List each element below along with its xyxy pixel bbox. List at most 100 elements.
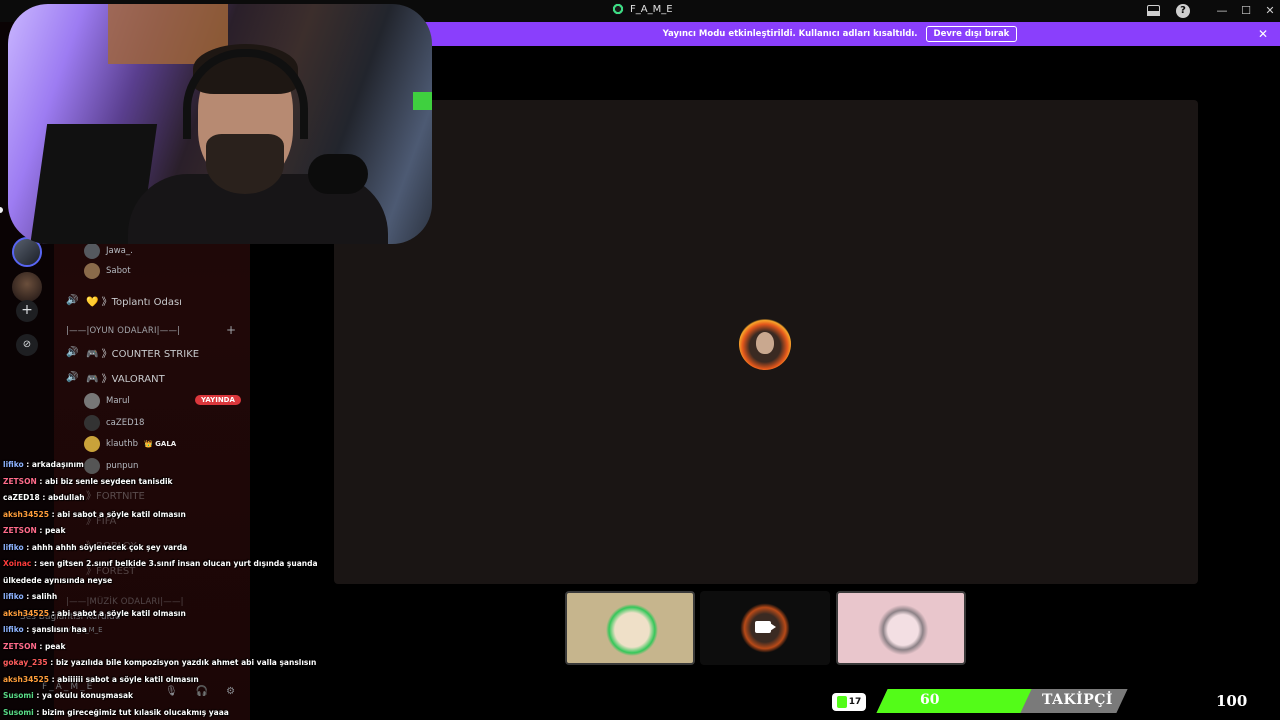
camera-icon	[755, 621, 776, 633]
chat-username[interactable]: aksh34525	[3, 609, 49, 618]
chat-username[interactable]: ZETSON	[3, 477, 37, 486]
voice-channel-meeting[interactable]: 🔊 💛 》Toplantı Odası	[66, 293, 182, 308]
chat-message: ZETSON : peak	[3, 526, 65, 535]
chat-username[interactable]: ZETSON	[3, 526, 37, 535]
chat-message: Susomi : ya okulu konuşmasak	[3, 691, 133, 700]
add-server-icon[interactable]: +	[16, 300, 38, 322]
chat-username[interactable]: Susomi	[3, 708, 34, 717]
chat-message: Xoinac : sen gitsen 2.sınıf belkide 3.sı…	[3, 559, 318, 568]
chat-username[interactable]: caZED18	[3, 493, 40, 502]
voice-channel-valorant[interactable]: 🔊 🎮 》VALORANT	[66, 370, 165, 385]
voice-stage	[334, 100, 1198, 584]
chat-text: : salihh	[23, 592, 58, 601]
chat-message: ZETSON : abi biz senle seydeen tanisdik	[3, 477, 173, 486]
inbox-icon[interactable]	[1146, 3, 1162, 19]
streamer-mode-notice: Yayıncı Modu etkinleştirildi. Kullanıcı …	[400, 22, 1280, 46]
chat-username[interactable]: ZETSON	[3, 642, 37, 651]
chat-text: : bizim gireceğimiz tut kılasik olucakmı…	[33, 707, 229, 717]
category-music-rooms[interactable]: |——|MÜZİK ODALARI|——|	[66, 597, 184, 607]
chat-message: aksh34525 : abi sabot a söyle katil olma…	[3, 510, 186, 519]
maximize-button[interactable]: ☐	[1238, 3, 1254, 19]
user-panel-controls: 🎙 🎧 ⚙	[165, 686, 235, 697]
chat-message: caZED18 : abdullah	[3, 493, 85, 502]
chat-message: aksh34525 : abi sabot a söyle katil olma…	[3, 609, 186, 618]
participant-tile[interactable]	[700, 591, 830, 665]
voice-user[interactable]: caZED18	[84, 415, 144, 431]
badge-count: 17	[848, 697, 862, 707]
chat-text: : ahhh ahhh söylenecek çok şey varda	[23, 542, 188, 552]
kick-logo-icon	[836, 696, 847, 708]
chat-username[interactable]: Xoinac	[3, 559, 31, 568]
chat-username[interactable]: gokay_235	[3, 658, 48, 667]
voice-user[interactable]: Jawa_.	[84, 243, 133, 259]
chat-message: lifiko : ahhh ahhh söylenecek çok şey va…	[3, 543, 187, 552]
server-icon[interactable]	[12, 272, 42, 302]
chat-username[interactable]: lifiko	[3, 543, 24, 552]
avatar	[876, 603, 930, 657]
avatar	[84, 393, 100, 409]
window-title: F_A_M_E	[612, 3, 673, 15]
close-notice-icon[interactable]: ✕	[1258, 27, 1268, 41]
chat-text: : peak	[36, 526, 66, 535]
speaker-icon: 🔊	[66, 347, 79, 358]
voice-user[interactable]: klauthb 👑 GALA	[84, 436, 176, 452]
chat-text: : abi sabot a söyle katil olmasın	[48, 509, 186, 519]
chat-text: : şanslısın haa	[23, 625, 87, 634]
close-window-button[interactable]: ✕	[1262, 3, 1278, 19]
speaker-avatar[interactable]	[739, 318, 791, 370]
minimize-button[interactable]: —	[1214, 3, 1230, 19]
participant-tile[interactable]	[565, 591, 695, 665]
follower-current: 60	[920, 692, 940, 708]
speaker-icon: 🔊	[66, 295, 79, 306]
avatar	[84, 436, 100, 452]
voice-user[interactable]: Marul	[84, 393, 130, 409]
follower-label: TAKİPÇİ	[1042, 692, 1113, 708]
explore-servers-icon[interactable]: ⊘	[16, 334, 38, 356]
avatar	[84, 243, 100, 259]
chat-username[interactable]: lifiko	[3, 625, 24, 634]
avatar	[84, 263, 100, 279]
participant-tile[interactable]	[836, 591, 966, 665]
microphone-icon[interactable]: 🎙	[165, 686, 178, 697]
chat-username[interactable]: aksh34525	[3, 510, 49, 519]
chat-text: : peak	[36, 641, 66, 651]
window-title-text: F_A_M_E	[630, 3, 673, 15]
chat-message: ülkedede aynısında neyse	[3, 576, 112, 585]
platform-badge: 17	[832, 693, 866, 711]
avatar	[605, 603, 659, 657]
chat-username[interactable]: lifiko	[3, 460, 24, 469]
voice-user[interactable]: Sabot	[84, 263, 131, 279]
live-badge: YAYINDA	[195, 395, 241, 405]
headphones-icon[interactable]: 🎧	[196, 686, 208, 697]
guild-tag: 👑 GALA	[144, 440, 177, 448]
chat-username[interactable]: lifiko	[3, 592, 24, 601]
chat-message: Susomi : bizim gireceğimiz tut kılasik o…	[3, 708, 229, 717]
add-channel-icon[interactable]: +	[226, 323, 236, 337]
webcam-overlay	[8, 4, 432, 244]
chat-text: : abdullah	[39, 493, 85, 502]
notice-text: Yayıncı Modu etkinleştirildi. Kullanıcı …	[662, 29, 918, 39]
voice-user[interactable]: punpun	[84, 458, 138, 474]
disable-streamer-mode-button[interactable]: Devre dışı bırak	[925, 26, 1018, 42]
chat-text: ülkedede aynısında neyse	[3, 575, 113, 585]
chat-message: lifiko : salihh	[3, 592, 57, 601]
chat-text: : biz yazılıda bile kompozisyon yazdık a…	[47, 658, 317, 667]
chat-text: : arkadaşınım	[23, 460, 84, 469]
chat-text: : abi biz senle seydeen tanisdik	[36, 476, 173, 486]
settings-gear-icon[interactable]: ⚙	[226, 686, 235, 697]
chat-username[interactable]: Susomi	[3, 691, 34, 700]
follower-target: 100	[1216, 692, 1248, 710]
chat-message: ZETSON : peak	[3, 642, 65, 651]
follower-goal-fill	[876, 689, 1032, 713]
chat-text: : ya okulu konuşmasak	[33, 691, 134, 700]
chat-username[interactable]: aksh34525	[3, 675, 49, 684]
voice-channel-counter-strike[interactable]: 🔊 🎮 》COUNTER STRIKE	[66, 345, 199, 360]
category-game-rooms[interactable]: |——|OYUN ODALARI|——|	[66, 326, 180, 336]
avatar	[84, 415, 100, 431]
chat-text: : abiiiiii sabot a söyle katil olmasın	[48, 674, 199, 684]
chat-message: aksh34525 : abiiiiii sabot a söyle katil…	[3, 675, 199, 684]
app-logo-icon	[612, 3, 624, 15]
help-icon[interactable]: ?	[1176, 4, 1190, 18]
chat-message: gokay_235 : biz yazılıda bile kompozisyo…	[3, 658, 316, 667]
chat-message: lifiko : şanslısın haa	[3, 625, 87, 634]
